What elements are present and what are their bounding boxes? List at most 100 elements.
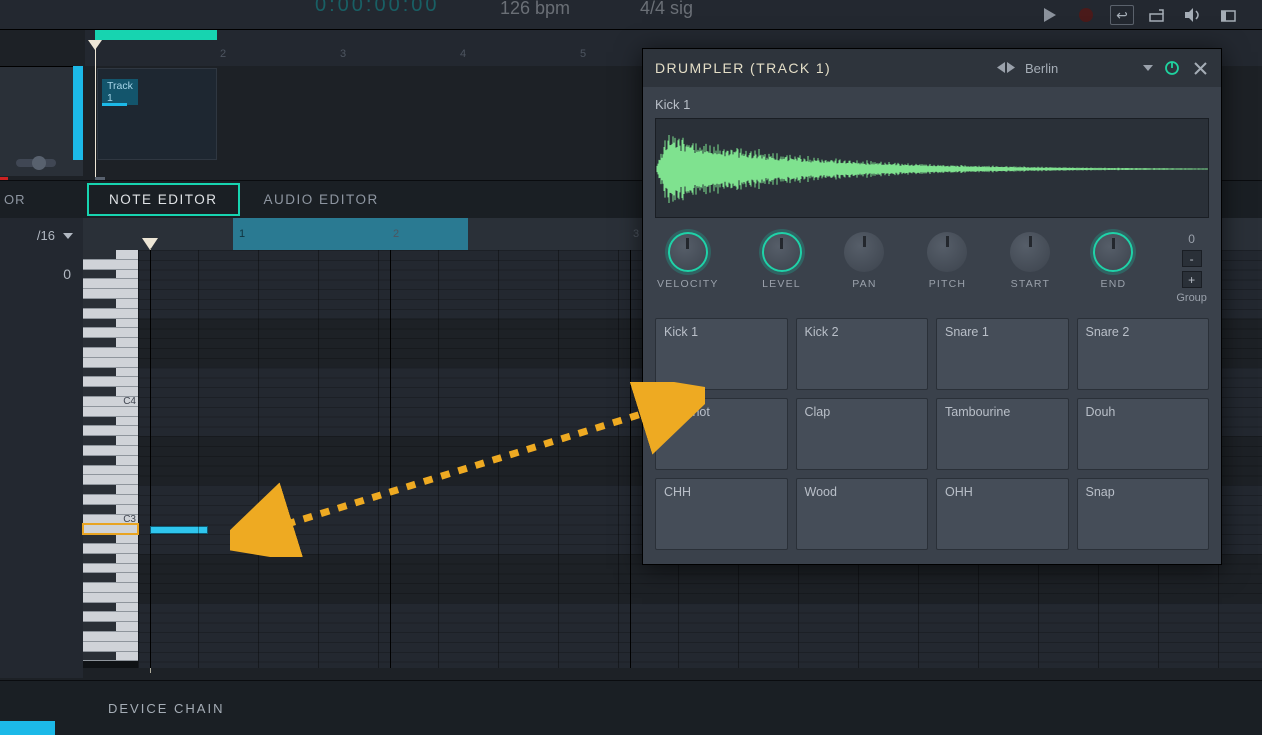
drum-pad[interactable]: Douh — [1077, 398, 1210, 470]
chevron-down-icon[interactable] — [1143, 65, 1153, 71]
group-plus-button[interactable]: + — [1182, 271, 1202, 288]
piano-key[interactable] — [83, 652, 138, 662]
piano-key[interactable] — [83, 593, 138, 603]
preset-selector[interactable]: Berlin — [997, 61, 1153, 76]
drum-pad[interactable]: Snare 1 — [936, 318, 1069, 390]
track-volume-slider[interactable] — [16, 159, 56, 167]
track-mute-indicator[interactable] — [0, 177, 8, 180]
piano-key[interactable] — [83, 377, 138, 387]
knob-velocity[interactable] — [668, 232, 708, 272]
tab-note-editor[interactable]: NOTE EDITOR — [87, 183, 240, 216]
drum-pad[interactable]: OHH — [936, 478, 1069, 550]
piano-key[interactable] — [83, 309, 138, 319]
clip-region[interactable]: 1 — [233, 218, 468, 250]
export-icon[interactable] — [1146, 5, 1170, 25]
piano-key[interactable] — [83, 260, 138, 270]
piano-key[interactable] — [83, 632, 138, 642]
piano-key[interactable] — [83, 466, 138, 476]
piano-key[interactable]: C4 — [83, 397, 138, 407]
piano-key[interactable] — [83, 564, 138, 574]
piano-key[interactable] — [83, 338, 138, 348]
piano-key[interactable] — [83, 279, 138, 289]
ruler-tick: 1 — [239, 228, 245, 240]
piano-key[interactable] — [83, 319, 138, 329]
piano-key[interactable] — [83, 358, 138, 368]
loop-icon[interactable]: ↩ — [1110, 5, 1134, 25]
piano-key[interactable] — [83, 554, 138, 564]
piano-key[interactable] — [83, 328, 138, 338]
knob-start[interactable] — [1010, 232, 1050, 272]
drum-pad[interactable]: Snare 2 — [1077, 318, 1210, 390]
knob-pitch[interactable] — [927, 232, 967, 272]
power-icon[interactable] — [1163, 59, 1181, 77]
drum-pad[interactable]: CHH — [655, 478, 788, 550]
drum-pad-grid: Kick 1Kick 2Snare 1Snare 2 RimshotClapTam… — [655, 318, 1209, 550]
piano-key[interactable] — [83, 407, 138, 417]
piano-key[interactable] — [83, 495, 138, 505]
drum-pad[interactable]: Rimshot — [655, 398, 788, 470]
bpm-display[interactable]: 126 bpm — [500, 0, 570, 19]
piano-key[interactable] — [83, 250, 138, 260]
knob-end[interactable] — [1093, 232, 1133, 272]
knob-label: PAN — [852, 278, 876, 290]
piano-key[interactable] — [83, 544, 138, 554]
piano-key[interactable] — [83, 475, 138, 485]
loop-region[interactable] — [95, 30, 217, 40]
note-playhead[interactable] — [150, 238, 158, 250]
piano-key[interactable] — [83, 289, 138, 299]
piano-key[interactable]: C3 — [83, 515, 138, 525]
chevron-right-icon[interactable] — [1007, 62, 1017, 74]
piano-key[interactable] — [83, 299, 138, 309]
piano-key[interactable] — [83, 436, 138, 446]
piano-key[interactable] — [83, 417, 138, 427]
piano-key[interactable] — [83, 612, 138, 622]
timesig-display[interactable]: 4/4 sig — [640, 0, 693, 19]
piano-key[interactable] — [83, 456, 138, 466]
piano-key[interactable] — [83, 573, 138, 583]
piano-key[interactable] — [83, 348, 138, 358]
tab-audio-editor[interactable]: AUDIO EDITOR — [244, 181, 399, 218]
sound-icon[interactable] — [1182, 5, 1206, 25]
device-chain-bar[interactable]: DEVICE CHAIN — [0, 680, 1262, 735]
drum-pad[interactable]: Snap — [1077, 478, 1210, 550]
play-icon[interactable] — [1038, 5, 1062, 25]
track-color-strip — [73, 66, 83, 160]
midi-note[interactable] — [150, 526, 208, 534]
plugin-window-drumpler[interactable]: DRUMPLER (TRACK 1) Berlin Kick 1 VELOCIT… — [642, 48, 1222, 565]
ruler-tick: 3 — [633, 228, 639, 240]
piano-key[interactable] — [83, 603, 138, 613]
piano-key[interactable] — [83, 534, 138, 544]
piano-key[interactable] — [83, 270, 138, 280]
panel-icon[interactable] — [1218, 5, 1242, 25]
waveform-display[interactable] — [655, 118, 1209, 218]
piano-key[interactable] — [83, 426, 138, 436]
piano-key[interactable] — [83, 583, 138, 593]
group-minus-button[interactable]: - — [1182, 250, 1202, 267]
piano-key[interactable] — [83, 485, 138, 495]
plugin-titlebar[interactable]: DRUMPLER (TRACK 1) Berlin — [643, 49, 1221, 87]
clip-end-handle[interactable] — [95, 177, 105, 180]
drum-pad[interactable]: Kick 1 — [655, 318, 788, 390]
knob-label: PITCH — [929, 278, 967, 290]
chevron-left-icon[interactable] — [997, 62, 1007, 74]
piano-keyboard[interactable]: C4 C3 — [83, 250, 138, 668]
drum-pad[interactable]: Kick 2 — [796, 318, 929, 390]
piano-key[interactable] — [83, 642, 138, 652]
piano-key[interactable] — [83, 524, 138, 534]
chevron-down-icon — [59, 233, 77, 239]
drum-pad[interactable]: Wood — [796, 478, 929, 550]
close-icon[interactable] — [1191, 59, 1209, 77]
arrange-playhead[interactable] — [95, 40, 102, 50]
drum-pad[interactable]: Clap — [796, 398, 929, 470]
piano-key[interactable] — [83, 368, 138, 378]
record-icon[interactable] — [1074, 5, 1098, 25]
knob-pan[interactable] — [844, 232, 884, 272]
piano-key[interactable] — [83, 446, 138, 456]
snap-selector[interactable]: /16 — [0, 218, 83, 243]
midi-clip[interactable]: Track 1 — [97, 68, 217, 160]
drum-pad[interactable]: Tambourine — [936, 398, 1069, 470]
knob-level[interactable] — [762, 232, 802, 272]
transpose-value[interactable]: 0 — [63, 266, 71, 282]
track-header[interactable] — [0, 66, 83, 176]
piano-key[interactable] — [83, 622, 138, 632]
